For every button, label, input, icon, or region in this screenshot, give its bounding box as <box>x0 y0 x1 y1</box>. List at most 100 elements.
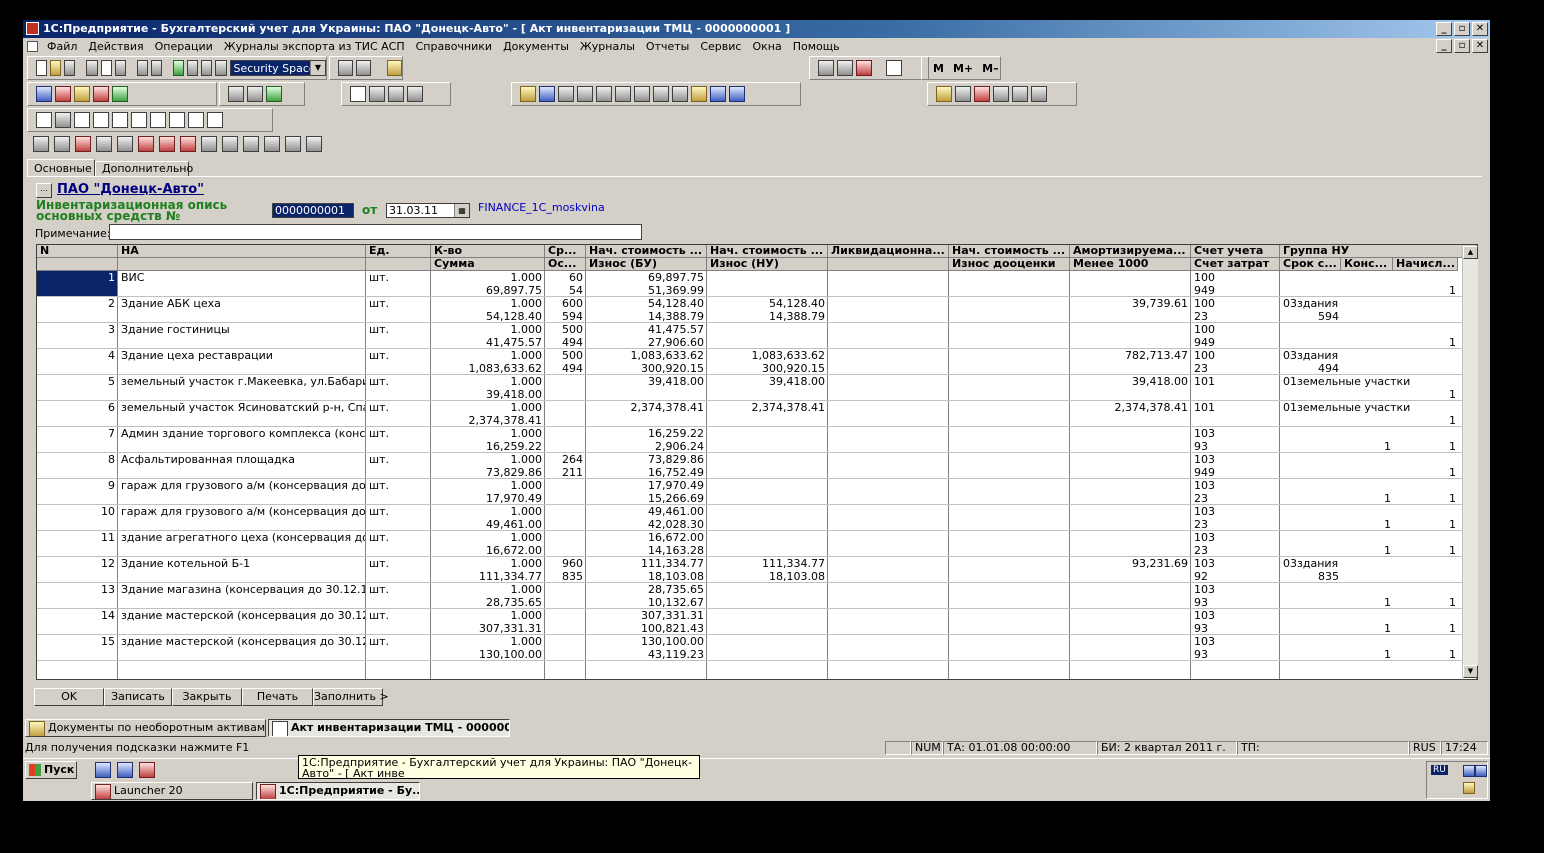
table-cell[interactable]: 54,128.40 <box>431 310 544 323</box>
title-bar[interactable]: 1С:Предприятие - Бухгалтерский учет для … <box>23 20 1490 38</box>
table-cell[interactable]: 17,970.49 <box>586 479 706 492</box>
table-cell[interactable]: 92 <box>1191 570 1279 583</box>
table-cell[interactable]: шт. <box>366 271 430 284</box>
table-cell[interactable]: 01земельные участки <box>1280 401 1440 414</box>
combo-dropdown-icon[interactable]: ▼ <box>309 61 325 75</box>
table-cell[interactable] <box>949 635 1069 648</box>
column-header-bottom[interactable] <box>118 258 366 271</box>
taskbar-launcher[interactable]: Launcher 20 <box>91 782 253 800</box>
table-cell[interactable] <box>1280 388 1341 401</box>
column-header-bottom[interactable]: Счет затрат <box>1191 258 1280 271</box>
outlook-icon[interactable] <box>117 762 133 778</box>
row-number-cell[interactable]: 6 <box>37 401 117 414</box>
row-number-cell[interactable]: 2 <box>37 297 117 310</box>
table-cell[interactable]: 594 <box>1280 310 1341 323</box>
row-number-cell[interactable]: 10 <box>37 505 117 518</box>
table-cell[interactable] <box>949 557 1069 570</box>
table-cell[interactable] <box>949 362 1069 375</box>
table-cell[interactable] <box>1070 310 1190 323</box>
menu-references[interactable]: Справочники <box>416 38 492 55</box>
table-cell[interactable] <box>1280 622 1341 635</box>
oborot-icon[interactable] <box>266 86 282 102</box>
cut-icon[interactable] <box>86 60 98 76</box>
column-header-bottom[interactable] <box>366 258 431 271</box>
taskbar-1c-app[interactable]: 1С:Предприятие - Бу... <box>256 782 420 800</box>
table-cell[interactable]: 54,128.40 <box>707 297 827 310</box>
table-cell[interactable] <box>545 505 585 518</box>
table-cell[interactable]: 28,735.65 <box>431 596 544 609</box>
table-cell[interactable] <box>949 609 1069 622</box>
maximize-button[interactable]: ▫ <box>1454 22 1470 36</box>
table-cell[interactable] <box>707 622 827 635</box>
table-cell[interactable]: 949 <box>1191 336 1279 349</box>
asset-name-cell[interactable]: гараж для грузового а/м (консервация до … <box>118 505 365 518</box>
table-cell[interactable]: 49,461.00 <box>586 505 706 518</box>
child-minimize-button[interactable]: _ <box>1436 39 1452 53</box>
table-cell[interactable] <box>949 596 1069 609</box>
table-cell[interactable] <box>1280 596 1341 609</box>
table-cell[interactable] <box>828 401 948 414</box>
table-cell[interactable]: 1.000 <box>431 531 544 544</box>
table-cell[interactable]: 500 <box>545 323 585 336</box>
table-cell[interactable]: 1 <box>1393 466 1458 479</box>
tmc-icon[interactable] <box>228 86 244 102</box>
table-cell[interactable]: шт. <box>366 323 430 336</box>
table-cell[interactable] <box>707 427 827 440</box>
table-cell[interactable] <box>1280 323 1440 336</box>
copy-row-icon[interactable] <box>96 136 112 152</box>
message-icon[interactable] <box>856 60 872 76</box>
table-cell[interactable] <box>586 388 706 401</box>
table-cell[interactable] <box>707 492 827 505</box>
table-cell[interactable] <box>1070 544 1190 557</box>
table-cell[interactable]: 1.000 <box>431 479 544 492</box>
table-cell[interactable]: 14,163.28 <box>586 544 706 557</box>
form1-icon[interactable] <box>36 112 52 128</box>
table-cell[interactable]: 39,418.00 <box>707 375 827 388</box>
row-number-cell[interactable]: 12 <box>37 557 117 570</box>
align-icon[interactable] <box>596 86 612 102</box>
table-cell[interactable]: 1.000 <box>431 375 544 388</box>
table-cell[interactable]: 18,103.08 <box>586 570 706 583</box>
column-header-top[interactable]: К-во <box>431 245 545 258</box>
table-cell[interactable]: 1.000 <box>431 557 544 570</box>
book-open-icon[interactable] <box>520 86 536 102</box>
chart-down-icon[interactable] <box>672 86 688 102</box>
table-cell[interactable] <box>828 375 948 388</box>
table-cell[interactable] <box>828 479 948 492</box>
table-cell[interactable]: 103 <box>1191 635 1279 648</box>
table-cell[interactable] <box>828 271 948 284</box>
table-cell[interactable]: 03здания <box>1280 297 1440 310</box>
asset-name-cell[interactable]: Здание гостиницы <box>118 323 365 336</box>
staff-report-icon[interactable] <box>1012 86 1028 102</box>
table-cell[interactable]: 23 <box>1191 492 1279 505</box>
table-cell[interactable] <box>1070 518 1190 531</box>
table-cell[interactable] <box>545 648 585 661</box>
table-cell[interactable] <box>707 609 827 622</box>
table-cell[interactable] <box>949 570 1069 583</box>
column-header-top[interactable]: Нач. стоимость ... <box>586 245 707 258</box>
chart-up-icon[interactable] <box>653 86 669 102</box>
table-cell[interactable] <box>949 453 1069 466</box>
table-cell[interactable] <box>707 414 827 427</box>
tray-language[interactable]: RU <box>1431 765 1448 775</box>
table-cell[interactable] <box>1191 388 1279 401</box>
table-cell[interactable]: 41,475.57 <box>586 323 706 336</box>
table-cell[interactable]: 16,672.00 <box>586 531 706 544</box>
table-cell[interactable]: 1.000 <box>431 323 544 336</box>
table-cell[interactable]: 69,897.75 <box>586 271 706 284</box>
table-cell[interactable] <box>1280 336 1341 349</box>
table-cell[interactable] <box>1341 362 1393 375</box>
table-cell[interactable]: 103 <box>1191 479 1279 492</box>
table-cell[interactable] <box>949 375 1069 388</box>
memory-plus-button[interactable]: M+ <box>950 62 976 75</box>
table-cell[interactable]: 1 <box>1341 648 1393 661</box>
table-cell[interactable] <box>1070 505 1190 518</box>
tab-additional[interactable]: Дополнительно <box>95 161 193 177</box>
table-cell[interactable]: 54,128.40 <box>586 297 706 310</box>
save-disk-icon[interactable] <box>64 60 76 76</box>
table-cell[interactable]: 1 <box>1393 414 1458 427</box>
table-cell[interactable]: 2,906.24 <box>586 440 706 453</box>
table-cell[interactable] <box>707 440 827 453</box>
table-cell[interactable]: 960 <box>545 557 585 570</box>
table-cell[interactable] <box>545 622 585 635</box>
